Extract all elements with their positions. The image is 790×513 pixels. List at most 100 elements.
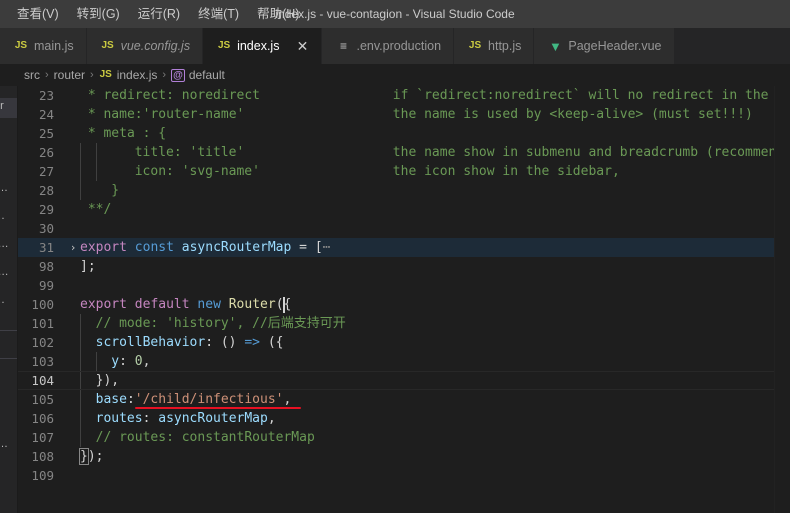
line-number: 24 — [38, 107, 54, 122]
code-line[interactable]: 108}); — [18, 447, 774, 466]
editor-tab-main-js[interactable]: JS main.js — [0, 28, 87, 64]
code-token: **/ — [80, 202, 112, 217]
code-token: ); — [87, 449, 104, 464]
line-number: 104 — [31, 373, 54, 388]
code-token: Router — [228, 297, 276, 312]
breadcrumb-label: default — [188, 68, 225, 82]
sidebar-peek-item[interactable]: … — [0, 294, 5, 306]
code-line[interactable]: 98]; — [18, 257, 774, 276]
sidebar-peek-item[interactable]: t… — [0, 438, 8, 450]
breadcrumb-item-default[interactable]: @ default — [171, 68, 225, 82]
code-text: // mode: 'history', //后端支持可开 — [96, 314, 346, 333]
code-token: // mode: 'history', //后端支持可开 — [95, 316, 346, 331]
editor-tab--env-production[interactable]: ≡ .env.production — [322, 28, 455, 64]
line-number: 109 — [31, 468, 54, 483]
editor-tab-pageheader-vue[interactable]: ▼ PageHeader.vue — [534, 28, 675, 64]
code-token: } — [95, 183, 120, 198]
menu-terminal[interactable]: 终端(T) — [189, 3, 248, 25]
editor-tab-http-js[interactable]: JS http.js — [454, 28, 535, 64]
code-token: y — [111, 354, 120, 369]
menu-run[interactable]: 运行(R) — [129, 3, 189, 25]
code-token: : — [119, 354, 135, 369]
code-line[interactable]: 26 title: 'title' the name show in submen… — [18, 143, 774, 162]
code-token: // routes: constantRouterMap — [95, 430, 315, 445]
code-token: export — [80, 297, 127, 312]
editor-tab-index-js[interactable]: JS index.js ✕ — [203, 28, 323, 64]
code-token: * meta : { — [80, 126, 167, 141]
menu-view[interactable]: 查看(V) — [8, 3, 68, 25]
code-token: : — [142, 411, 159, 426]
code-token: routes — [95, 411, 143, 426]
code-token: scrollBehavior — [95, 335, 206, 350]
trailing-comment: the name show in submenu and breadcrumb … — [392, 145, 774, 160]
breadcrumb[interactable]: src › router › JS index.js › @ default — [0, 64, 790, 86]
code-line[interactable]: 105 base:'/child/infectious', — [18, 390, 774, 409]
indent-guide — [80, 181, 96, 200]
code-text: routes: asyncRouterMap, — [96, 409, 276, 428]
indent-guides — [80, 314, 96, 333]
code-line[interactable]: 23 * redirect: noredirect if `redirect:no… — [18, 86, 774, 105]
indent-guides — [80, 390, 96, 409]
code-line[interactable]: 109 — [18, 466, 774, 485]
code-line[interactable]: 30 — [18, 219, 774, 238]
code-text: // routes: constantRouterMap — [96, 428, 315, 447]
editor-tab-bar[interactable]: JS main.js JS vue.config.js JS index.js ✕ ≡ .env… — [0, 28, 790, 64]
indent-guide — [95, 143, 112, 162]
sidebar-peek-item[interactable]: er — [0, 100, 4, 112]
code-token: default — [134, 297, 190, 312]
code-line[interactable]: 104}), — [18, 371, 774, 390]
code-text: }); — [79, 447, 104, 466]
line-number: 105 — [31, 392, 54, 407]
tab-label: index.js — [237, 39, 280, 53]
code-line[interactable]: 103 y: 0, — [18, 352, 774, 371]
menu-goto[interactable]: 转到(G) — [68, 3, 129, 25]
menu-help[interactable]: 帮助(H) — [248, 3, 308, 25]
line-number: 31 — [38, 240, 54, 255]
code-lines[interactable]: 23 * redirect: noredirect if `redirect:no… — [18, 86, 774, 513]
trailing-comment: the name is used by <keep-alive> (must s… — [392, 107, 753, 122]
indent-guide — [95, 162, 112, 181]
code-line[interactable]: 101 // mode: 'history', //后端支持可开 — [18, 314, 774, 333]
code-line[interactable]: 29 **/ — [18, 200, 774, 219]
code-line[interactable]: 25 * meta : { — [18, 124, 774, 143]
indent-guides — [80, 181, 96, 200]
code-line[interactable]: 28 } — [18, 181, 774, 200]
sidebar-peek-item[interactable]: )… — [0, 238, 9, 250]
breadcrumb-label: index.js — [116, 68, 158, 82]
code-line[interactable]: 102 scrollBehavior: () => ({ — [18, 333, 774, 352]
breadcrumb-item-router[interactable]: router — [54, 68, 85, 82]
code-token: }), — [95, 373, 120, 388]
breadcrumb-item-index-js[interactable]: JS index.js — [99, 68, 158, 82]
code-line[interactable]: 99 — [18, 276, 774, 295]
sidebar-peek-panel[interactable]: er t… … )… )… … t… — [0, 86, 18, 513]
line-number: 23 — [38, 88, 54, 103]
sidebar-peek-item[interactable]: )… — [0, 266, 9, 278]
minimap[interactable] — [774, 86, 790, 513]
code-token: : () — [205, 335, 245, 350]
code-line[interactable]: 100 export default new Router({ — [18, 295, 774, 314]
code-line[interactable]: 27 icon: 'svg-name' the icon show in the … — [18, 162, 774, 181]
indent-guides — [80, 143, 111, 162]
code-editor[interactable]: 23 * redirect: noredirect if `redirect:no… — [18, 86, 774, 513]
sidebar-peek-item[interactable]: t… — [0, 182, 8, 194]
fold-chevron-icon[interactable]: › — [66, 238, 80, 257]
code-token: * redirect: noredirect — [80, 88, 261, 103]
code-text: title: 'title' — [111, 143, 245, 162]
code-token: : — [126, 392, 135, 407]
line-number: 102 — [31, 335, 54, 350]
code-line[interactable]: 31 › export const asyncRouterMap = [⋯ — [18, 238, 774, 257]
editor-tab-vue-config-js[interactable]: JS vue.config.js — [86, 28, 204, 64]
tab-label: main.js — [34, 39, 74, 53]
js-file-icon: JS — [14, 40, 28, 51]
code-line[interactable]: 106 routes: asyncRouterMap, — [18, 409, 774, 428]
editor-body: er t… … )… )… … t… 23 * redirect: noredirect if… — [0, 86, 790, 513]
code-line[interactable]: 24 * name:'router-name' the name is used … — [18, 105, 774, 124]
breadcrumb-item-src[interactable]: src — [24, 68, 40, 82]
code-text: * name:'router-name' — [80, 105, 245, 124]
sidebar-peek-item[interactable]: … — [0, 210, 5, 222]
code-line[interactable]: 107 // routes: constantRouterMap — [18, 428, 774, 447]
tab-close-icon[interactable]: ✕ — [295, 39, 309, 53]
line-number: 100 — [31, 297, 54, 312]
code-text: * meta : { — [80, 124, 166, 143]
